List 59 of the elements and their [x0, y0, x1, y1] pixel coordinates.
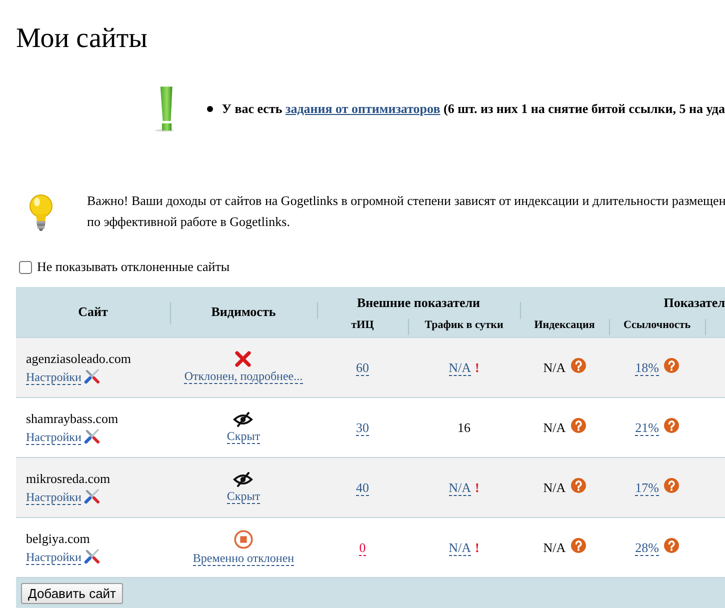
traffic-link[interactable]: N/A: [448, 480, 472, 496]
help-icon[interactable]: [664, 478, 679, 493]
tic-link[interactable]: 60: [356, 360, 369, 376]
status-link[interactable]: Скрыт: [226, 428, 260, 444]
indexation-value: N/A: [543, 480, 566, 496]
info-text: по эффективной работе в Gogetlinks.: [87, 213, 291, 231]
tools-icon[interactable]: [84, 548, 100, 564]
help-icon[interactable]: [664, 358, 679, 373]
indexation-value: N/A: [543, 420, 566, 436]
link-share-link[interactable]: 28%: [635, 540, 659, 556]
stop-icon: [234, 530, 253, 548]
settings-link[interactable]: Настройки: [26, 370, 82, 385]
column-header: тИЦ: [350, 319, 375, 333]
bullet-icon: [206, 106, 213, 112]
tic-link[interactable]: 30: [356, 420, 369, 436]
status-link[interactable]: Скрыт: [226, 488, 260, 504]
add-site-button[interactable]: Добавить сайт: [21, 582, 124, 604]
settings-link[interactable]: Настройки: [26, 550, 82, 565]
indexation-value: N/A: [543, 540, 566, 556]
warning-mark: !: [475, 360, 480, 376]
warning-mark: !: [475, 540, 480, 556]
warning-mark: !: [475, 480, 480, 496]
column-header: Индексация: [533, 319, 596, 333]
traffic-link[interactable]: N/A: [448, 360, 472, 376]
help-icon[interactable]: [570, 418, 586, 433]
checkbox[interactable]: [19, 260, 32, 274]
help-icon[interactable]: [570, 538, 586, 553]
indexation-value: N/A: [543, 360, 566, 376]
site-name: shamraybass.com: [26, 410, 118, 428]
link-share-link[interactable]: 17%: [635, 480, 659, 496]
help-icon[interactable]: [570, 358, 586, 373]
cross-icon: [235, 351, 252, 367]
tools-icon[interactable]: [84, 488, 100, 504]
tools-icon[interactable]: [84, 428, 100, 444]
crossed-eye-icon: [233, 412, 254, 426]
help-icon[interactable]: [664, 418, 679, 433]
page-title: Мои сайты: [15, 22, 148, 55]
crossed-eye-icon: [233, 472, 254, 486]
status-link[interactable]: Отклонен, подробнее...: [184, 369, 303, 384]
lightbulb-icon: [27, 193, 55, 233]
link-share-link[interactable]: 18%: [635, 360, 659, 376]
tools-icon[interactable]: [84, 368, 100, 384]
link-share-link[interactable]: 21%: [635, 420, 659, 436]
tic-link[interactable]: 0: [359, 540, 366, 556]
help-icon[interactable]: [664, 538, 679, 553]
site-name: belgiya.com: [26, 530, 90, 548]
help-icon[interactable]: [570, 478, 586, 493]
site-name: agenziasoleado.com: [26, 350, 132, 368]
notice-text: У вас есть задания от оптимизаторов (6 шт. из них 1 на снятие битой ссылки, 5 на уда: [222, 101, 725, 117]
column-header: Сайт: [77, 303, 109, 321]
checkbox-label: Не показывать отклоненные сайты: [37, 259, 230, 275]
traffic-link[interactable]: N/A: [448, 540, 472, 556]
site-name: mikrosreda.com: [26, 470, 110, 488]
tasks-link[interactable]: задания от оптимизаторов: [285, 101, 440, 116]
settings-link[interactable]: Настройки: [26, 430, 82, 445]
tic-link[interactable]: 40: [356, 480, 369, 496]
settings-link[interactable]: Настройки: [26, 490, 82, 505]
traffic-value: 16: [458, 420, 470, 436]
status-link[interactable]: Временно отклонен: [192, 550, 294, 566]
